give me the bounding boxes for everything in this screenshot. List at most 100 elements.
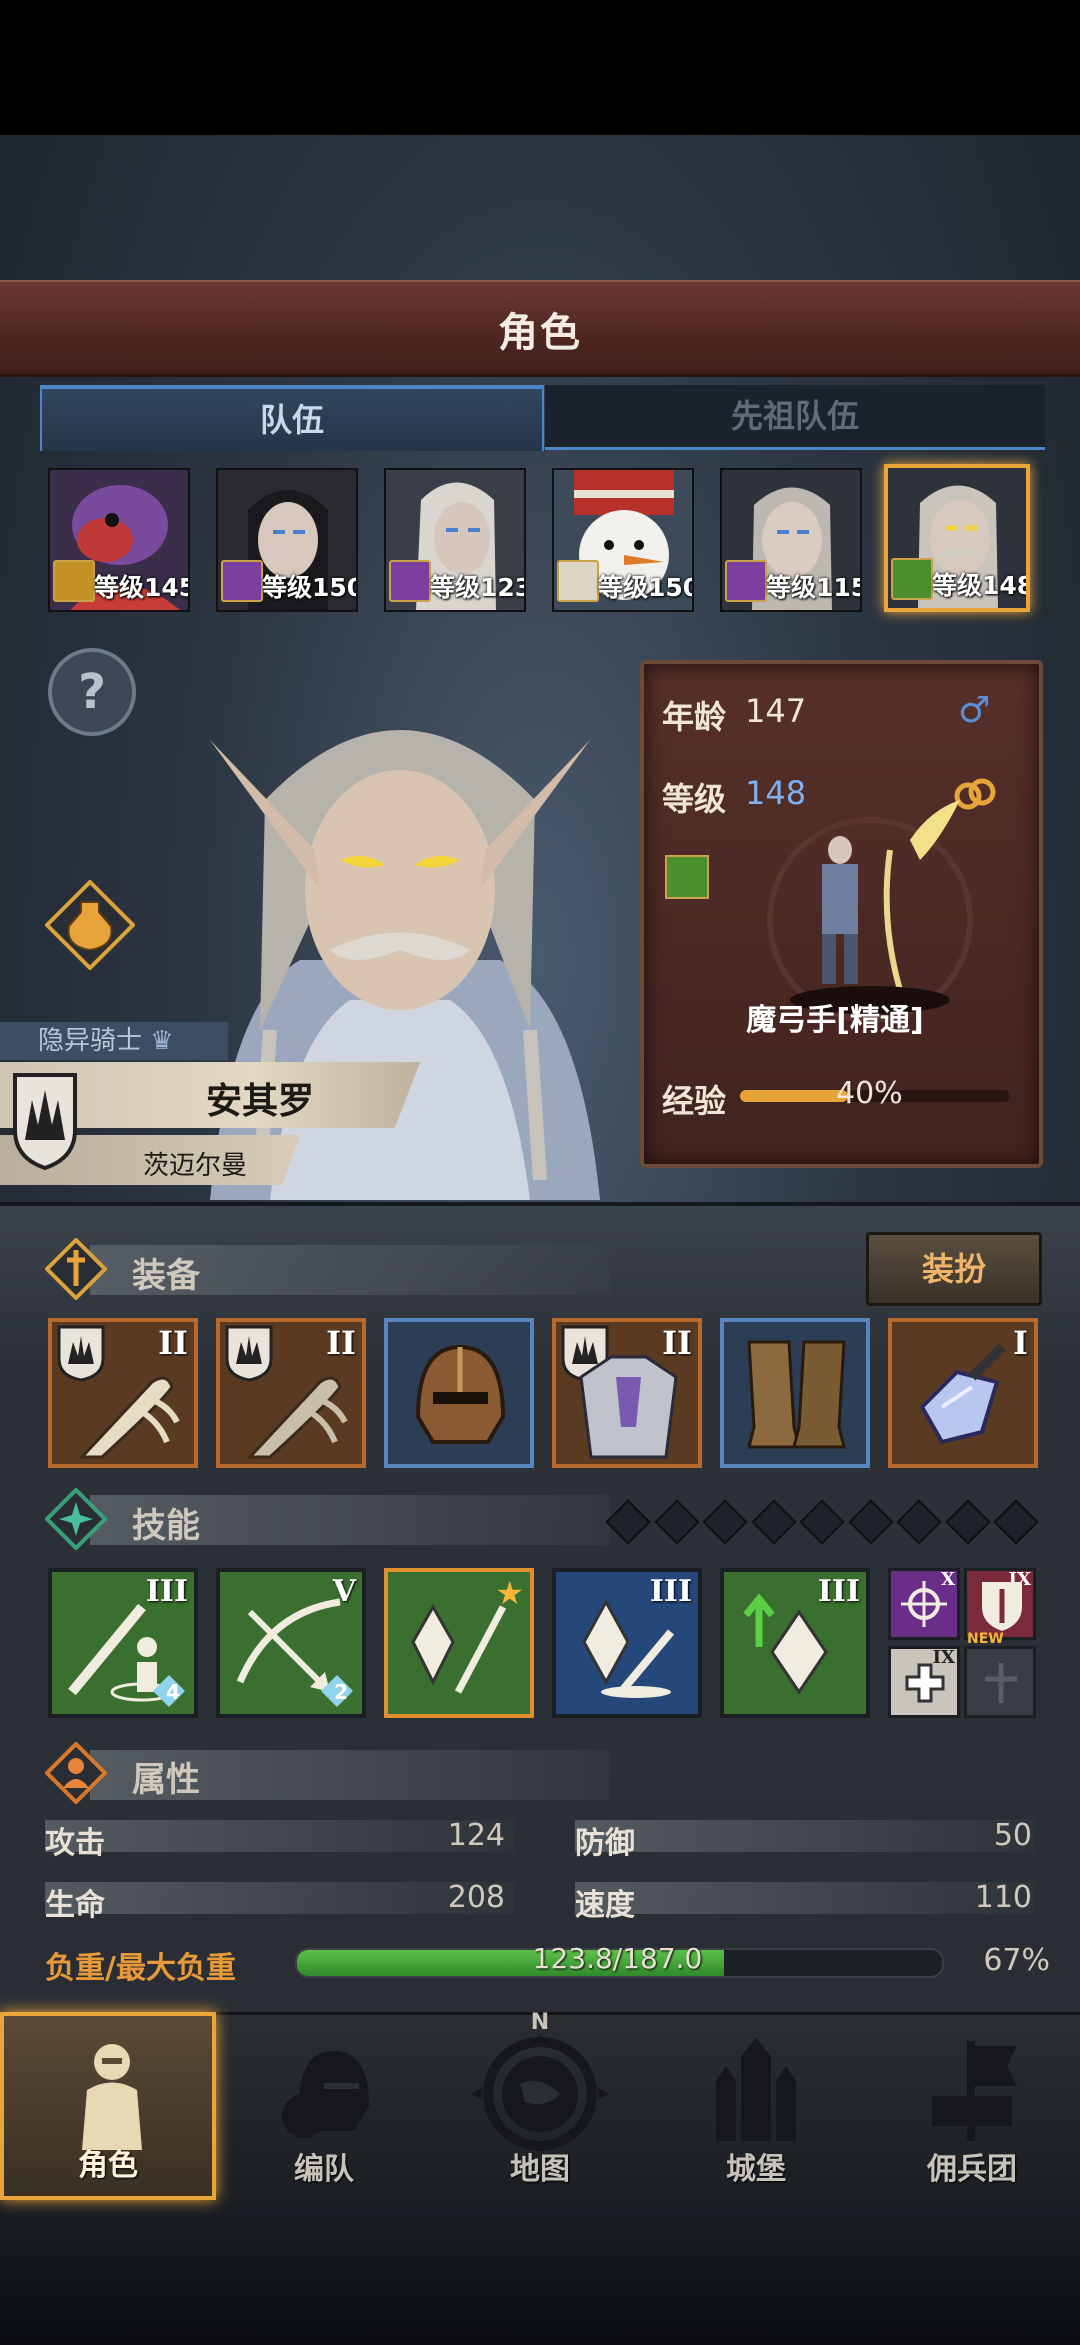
nav-castle[interactable]: 城堡 — [648, 2012, 864, 2200]
dress-up-button[interactable]: 装扮 — [866, 1232, 1042, 1306]
title-tag-text: 隐异骑士 — [38, 1026, 143, 1056]
help-button[interactable]: ? — [48, 648, 136, 736]
gem-count: 2 — [334, 1680, 348, 1704]
leather-boots-icon — [747, 1340, 846, 1449]
crystal-arrow-icon — [919, 1343, 1006, 1445]
locked-cross-icon — [985, 1663, 1017, 1703]
shield-icon — [982, 1582, 1022, 1631]
exp-percent: 40% — [836, 1076, 903, 1111]
star-section-icon — [45, 1488, 107, 1550]
hero-slot-3[interactable]: 等级123 — [384, 468, 526, 612]
empty-diamond — [847, 1499, 894, 1545]
guild-shield-icon — [13, 1073, 77, 1170]
equip-slot-helmet[interactable] — [384, 1318, 534, 1468]
skill-arrow[interactable]: V 2 — [216, 1568, 366, 1718]
character-origin: 茨迈尔曼 — [142, 1151, 247, 1181]
empty-diamond — [896, 1499, 942, 1545]
class-name: 魔弓手[精通] — [746, 1003, 924, 1038]
skill-shield[interactable]: IX — [964, 1568, 1036, 1640]
nav-label: 角色 — [78, 2148, 138, 2183]
hero-slot-1[interactable]: 等级145 — [48, 468, 190, 612]
defense-label: 防御 — [575, 1826, 635, 1861]
item-rank: II — [158, 1324, 188, 1362]
compass-n: N — [530, 2010, 550, 2035]
skill-slot-diamonds — [605, 1499, 1039, 1545]
leather-helmet-icon — [415, 1344, 506, 1444]
heal-cross-icon — [905, 1663, 945, 1703]
skill-crystal-up[interactable]: III — [720, 1568, 870, 1718]
hero-level: 等级150 — [598, 573, 694, 602]
hero-slot-5[interactable]: 等级115 — [720, 468, 862, 612]
nav-label: 编队 — [294, 2152, 354, 2187]
skill-target[interactable]: X — [888, 1568, 960, 1640]
defense-value: 50 — [993, 1818, 1032, 1853]
character-name: 安其罗 — [205, 1081, 314, 1122]
hero-slot-4[interactable]: 等级150 — [552, 468, 694, 612]
speed-label: 速度 — [575, 1888, 635, 1923]
skill-locked[interactable]: NEW — [964, 1631, 1036, 1718]
attack-label: 攻击 — [45, 1826, 105, 1861]
equip-slot-accessory[interactable]: I — [888, 1318, 1038, 1468]
hero-slot-2[interactable]: 等级150 — [216, 468, 358, 612]
crystal-sword-skill-icon — [582, 1598, 675, 1698]
sword-section-icon — [45, 1238, 107, 1300]
helmet-gear-icon — [282, 2051, 369, 2138]
tab-team[interactable]: 队伍 — [40, 385, 544, 451]
empty-diamond — [653, 1499, 700, 1545]
system-nav-area — [0, 2200, 1080, 2345]
shield-class-icon — [53, 560, 95, 602]
nav-label: 城堡 — [726, 2152, 786, 2187]
nav-formation[interactable]: 编队 — [216, 2012, 432, 2200]
equip-slot-weapon-1[interactable]: II — [48, 1318, 198, 1468]
banner-icon — [932, 2041, 1017, 2141]
nav-map[interactable]: N 地图 — [432, 2010, 648, 2200]
hero-slot-6-selected[interactable]: 等级148 — [884, 464, 1030, 612]
crystal-armor-icon — [579, 1355, 678, 1459]
empty-diamond — [702, 1499, 748, 1545]
nav-character[interactable]: 角色 — [0, 2012, 216, 2200]
empty-diamond — [750, 1499, 797, 1545]
equip-slot-boots[interactable] — [720, 1318, 870, 1468]
skill-sword[interactable]: III 4 — [48, 1568, 198, 1718]
bone-sword-icon — [78, 1376, 180, 1459]
crown-icon: ♛ — [150, 1026, 174, 1056]
bow-class-icon — [665, 855, 709, 899]
target-icon — [901, 1581, 947, 1627]
weight-percent: 67% — [983, 1943, 1050, 1978]
equip-slot-armor[interactable]: II — [552, 1318, 702, 1468]
bow-class-icon — [891, 558, 933, 600]
hero-level: 等级148 — [932, 571, 1030, 600]
nav-mercenary[interactable]: 佣兵团 — [864, 2012, 1080, 2200]
skill-crystal-spear[interactable]: ★ — [384, 1568, 534, 1718]
hp-label: 生命 — [45, 1888, 105, 1923]
title-bar: 角色 — [0, 280, 1080, 377]
compass-map-icon — [470, 2034, 610, 2151]
horse-class-icon — [557, 560, 599, 602]
hp-value: 208 — [447, 1880, 505, 1915]
bone-sword-icon — [246, 1376, 348, 1459]
potion-icon[interactable] — [45, 880, 135, 970]
nav-label: 佣兵团 — [927, 2152, 1017, 2187]
age-value: 147 — [745, 692, 807, 730]
skill-heal[interactable]: IX — [888, 1646, 960, 1718]
hero-level: 等级115 — [766, 573, 862, 602]
staff-class-icon — [389, 560, 431, 602]
weight-value: 123.8/187.0 — [532, 1942, 703, 1975]
exp-label: 经验 — [662, 1082, 727, 1120]
staff-class-icon — [221, 560, 263, 602]
status-bar-area — [0, 0, 1080, 135]
castle-icon — [716, 2038, 796, 2141]
equip-slot-weapon-2[interactable]: II — [216, 1318, 366, 1468]
attributes-title: 属性 — [132, 1760, 200, 1800]
weight-label: 负重/最大负重 — [45, 1951, 236, 1986]
attack-value: 124 — [447, 1818, 505, 1853]
level-label: 等级 — [662, 780, 727, 818]
empty-diamond — [799, 1499, 845, 1545]
new-badge: NEW — [967, 1631, 1004, 1647]
tab-ancestor-team[interactable]: 先祖队伍 — [545, 385, 1045, 450]
equipment-title: 装备 — [132, 1256, 200, 1296]
empty-diamond — [605, 1499, 651, 1545]
gem-count: 4 — [166, 1680, 180, 1704]
page-title: 角色 — [498, 310, 582, 356]
skill-crystal-sword[interactable]: III — [552, 1568, 702, 1718]
